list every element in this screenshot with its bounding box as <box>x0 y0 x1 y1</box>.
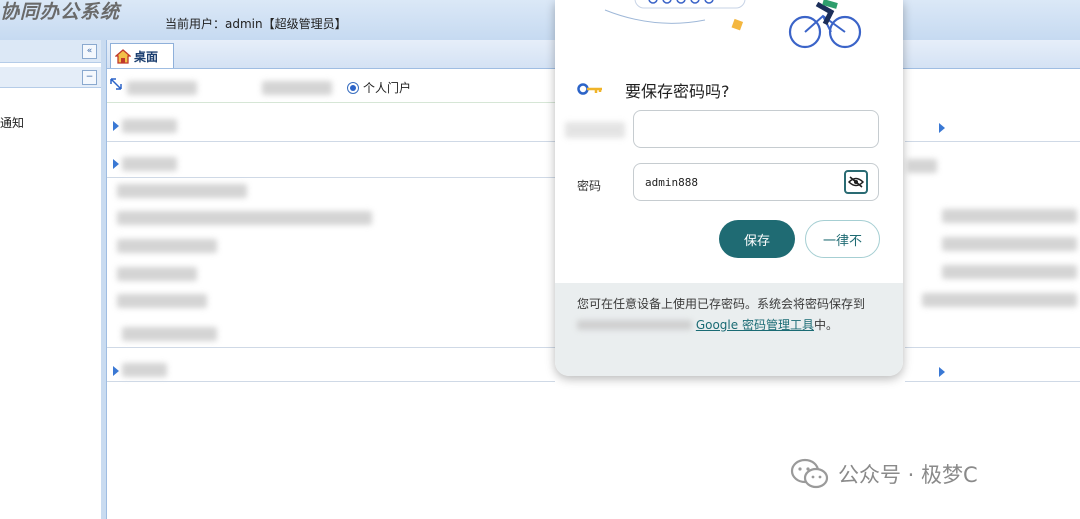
home-icon <box>115 48 131 64</box>
password-manager-link[interactable]: Google 密码管理工具 <box>696 318 814 332</box>
portal-radio[interactable]: 个人门户 <box>347 79 411 96</box>
redacted-text <box>117 184 247 198</box>
password-value: admin888 <box>645 176 698 189</box>
divider <box>107 347 555 348</box>
expand-arrow-icon[interactable] <box>113 121 119 131</box>
footer-suffix: 中。 <box>813 318 838 332</box>
sidebar-collapse-button[interactable]: « <box>82 44 97 59</box>
password-field[interactable]: admin888 <box>633 163 879 201</box>
sidebar-item-notice[interactable]: 通知 <box>0 114 24 131</box>
dialog-footer-text: 您可在任意设备上使用已存密码。系统会将密码保存到 Google 密码管理工具中。 <box>577 294 882 336</box>
save-button[interactable]: 保存 <box>719 220 795 258</box>
redacted-text <box>565 122 625 138</box>
tab-desktop[interactable]: 桌面 <box>110 43 174 68</box>
cyclist-illustration <box>604 0 862 49</box>
tab-desktop-label: 桌面 <box>134 49 159 64</box>
divider <box>107 381 555 382</box>
username-field[interactable] <box>633 110 879 148</box>
portal-radio-label: 个人门户 <box>363 81 412 95</box>
redacted-text <box>577 320 692 330</box>
redacted-text <box>117 239 217 253</box>
divider <box>107 141 555 142</box>
key-icon <box>577 83 602 95</box>
redacted-text <box>122 363 167 377</box>
divider <box>905 347 1080 348</box>
redacted-text <box>942 237 1077 251</box>
redacted-text <box>907 159 937 173</box>
watermark-text: 公众号 · 极梦C <box>838 463 978 487</box>
redacted-text <box>942 265 1077 279</box>
redacted-text <box>127 81 197 95</box>
redacted-text <box>262 81 332 95</box>
save-password-dialog: 要保存密码吗? 密码 admin888 保存 一律不 您可在任意设备上使用已存密… <box>555 0 903 376</box>
resize-arrow-icon <box>110 78 122 90</box>
redacted-text <box>922 293 1077 307</box>
redacted-text <box>942 209 1077 223</box>
redacted-text <box>117 294 207 308</box>
redacted-text <box>122 119 177 133</box>
radio-icon <box>347 81 359 94</box>
redacted-text <box>117 267 197 281</box>
redacted-text <box>117 211 372 225</box>
watermark: 公众号 · 极梦C <box>790 458 978 490</box>
redacted-text <box>122 327 217 341</box>
toggle-password-visibility-button[interactable] <box>844 170 868 194</box>
redacted-text <box>122 157 177 171</box>
expand-arrow-icon[interactable] <box>113 366 119 376</box>
left-sidebar: « − 通知 <box>0 40 102 519</box>
password-label: 密码 <box>577 179 602 193</box>
sidebar-header: « <box>0 40 101 63</box>
divider <box>905 141 1080 142</box>
expand-arrow-icon[interactable] <box>113 159 119 169</box>
current-user-label: 当前用户：admin【超级管理员】 <box>165 17 347 31</box>
dialog-title: 要保存密码吗? <box>625 82 730 101</box>
never-button[interactable]: 一律不 <box>805 220 880 258</box>
divider <box>107 177 555 178</box>
divider <box>107 102 557 103</box>
expand-arrow-icon[interactable] <box>939 123 945 133</box>
section-collapse-button[interactable]: − <box>82 70 97 85</box>
app-title: 协同办公系统 <box>0 1 121 23</box>
expand-arrow-icon[interactable] <box>939 367 945 377</box>
wechat-icon <box>790 458 829 489</box>
app-header: 协同办公系统 当前用户：admin【超级管理员】 <box>0 0 1080 41</box>
divider <box>905 381 1080 382</box>
sidebar-section-header: − <box>0 67 101 88</box>
eye-off-icon <box>848 176 864 188</box>
footer-prefix: 您可在任意设备上使用已存密码。系统会将密码保存到 <box>577 297 866 311</box>
